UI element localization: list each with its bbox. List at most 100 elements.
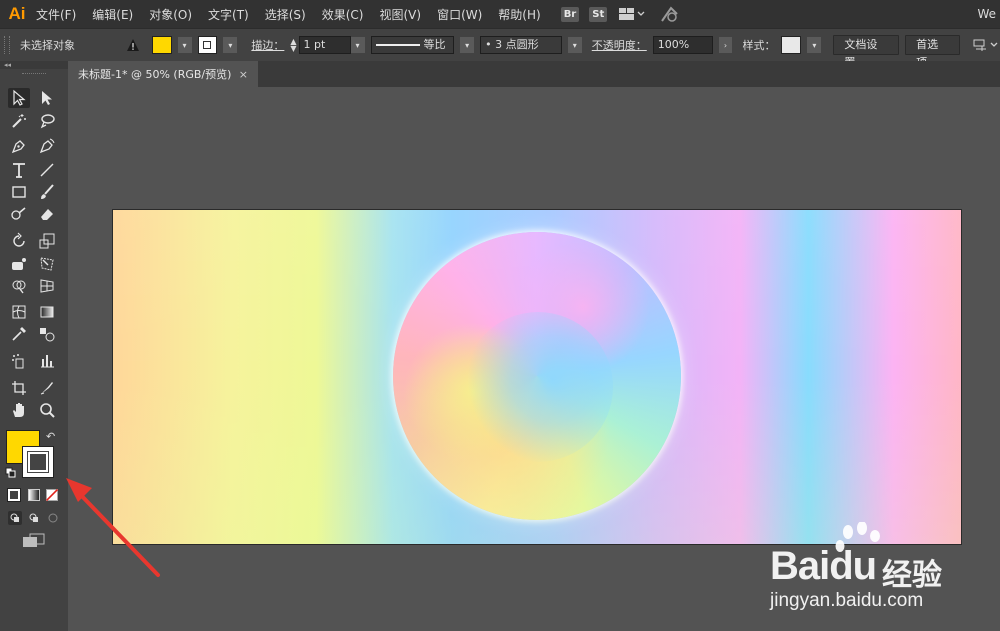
blend-tool-icon[interactable] [36,324,58,344]
mesh-tool-icon[interactable] [8,302,30,322]
document-setup-button[interactable]: 文档设置 [833,35,900,69]
brush-dot-icon: • [485,38,496,51]
opacity-input[interactable]: 100% [652,36,713,54]
line-segment-tool-icon[interactable] [36,160,58,180]
gpu-performance-icon[interactable] [659,5,681,23]
draw-behind-icon[interactable] [27,511,41,528]
color-mode-button[interactable] [7,488,21,502]
swap-fill-stroke-icon[interactable]: ↶ [46,430,55,443]
preferences-button[interactable]: 首选项 [905,35,960,69]
eraser-tool-icon[interactable] [36,204,58,224]
document-tab-title: 未标题-1* @ 50% (RGB/预览) [78,68,232,81]
shape-builder-tool-icon[interactable] [8,276,30,296]
brush-definition[interactable]: • 3 点圆形 [480,36,562,54]
width-tool-icon[interactable] [8,254,30,274]
app-logo: Ai [8,4,26,23]
stroke-swatch[interactable] [197,36,218,54]
menu-view[interactable]: 视图(V) [371,6,429,23]
style-label: 样式： [742,39,776,52]
artboard-tool-icon[interactable] [8,378,30,398]
menu-help[interactable]: 帮助(H) [490,6,548,23]
rectangle-tool-icon[interactable] [8,182,30,202]
fill-swatch[interactable] [151,36,172,54]
direct-selection-tool-icon[interactable] [36,88,58,108]
screen-mode-icon[interactable] [22,533,46,552]
rotate-tool-icon[interactable] [8,231,30,251]
tools-panel-grip[interactable] [22,73,46,76]
selection-status: 未选择对象 [19,39,75,52]
arrange-documents-icon[interactable] [619,7,645,21]
stroke-weight-input[interactable]: 1 pt [298,36,351,54]
selection-tool-icon[interactable] [8,88,30,108]
profile-dropdown-chevron-icon[interactable]: ▾ [460,37,475,53]
scale-tool-icon[interactable] [36,231,58,251]
shaper-tool-icon[interactable] [8,204,30,224]
free-transform-tool-icon[interactable] [36,254,58,274]
none-mode-button[interactable] [45,488,59,504]
menu-window[interactable]: 窗口(W) [429,6,490,23]
paintbrush-tool-icon[interactable] [36,182,58,202]
baidu-jingyan-watermark: Baidu 经验 jingyan.baidu.com [764,520,1000,631]
hand-tool-icon[interactable] [8,400,30,420]
workspace-switcher[interactable]: We [977,7,996,21]
brush-label: 3 点圆形 [495,38,539,51]
menu-select[interactable]: 选择(S) [257,6,314,23]
opacity-chevron-right-icon[interactable]: › [718,37,733,53]
pen-tool-icon[interactable] [8,136,30,156]
slice-tool-icon[interactable] [36,378,58,398]
fill-dropdown-chevron-icon[interactable]: ▾ [177,37,192,53]
menu-bar: Ai 文件(F) 编辑(E) 对象(O) 文字(T) 选择(S) 效果(C) 视… [0,0,1000,28]
stroke-profile-label: 等比 [423,38,446,51]
stroke-label[interactable]: 描边： [251,37,284,53]
stroke-weight-dropdown-chevron-icon[interactable]: ▾ [350,37,365,53]
stroke-stepper-icon[interactable]: ▲ ▼ [290,38,296,53]
yin-yang-gradient-circle[interactable] [393,232,681,520]
opacity-label[interactable]: 不透明度： [592,37,647,53]
brush-dropdown-chevron-icon[interactable]: ▾ [567,37,582,53]
artboard[interactable] [112,209,962,545]
menu-effect[interactable]: 效果(C) [314,6,372,23]
stroke-dropdown-chevron-icon[interactable]: ▾ [223,37,238,53]
menu-file[interactable]: 文件(F) [34,6,84,23]
gradient-tool-icon[interactable] [36,302,58,322]
stock-button[interactable]: St [589,6,608,22]
stroke-square-icon [203,41,212,49]
gradient-mode-button[interactable] [28,489,40,501]
watermark-brand: Baidu [770,544,877,588]
draw-inside-icon[interactable] [46,511,60,528]
menu-edit[interactable]: 编辑(E) [84,6,141,23]
document-tab[interactable]: 未标题-1* @ 50% (RGB/预览) × [68,61,258,87]
default-fill-stroke-icon[interactable] [5,467,17,482]
control-bar-grip[interactable] [4,36,10,54]
arrange-icon[interactable] [972,38,1000,52]
perspective-grid-tool-icon[interactable] [36,276,58,296]
close-tab-icon[interactable]: × [239,68,248,81]
bridge-button[interactable]: Br [560,6,580,22]
control-bar: 未选择对象 ▾ ▾ 描边： ▲ ▼ 1 pt ▾ 等比 ▾ • 3 点圆形 ▾ 不… [0,28,1000,69]
stroke-inner-square-icon [27,451,49,473]
tools-panel-collapse-icon[interactable]: ◂◂ [0,61,68,69]
magic-wand-tool-icon[interactable] [8,111,30,131]
type-tool-icon[interactable] [8,160,30,180]
graphic-style-swatch[interactable] [781,36,802,54]
lasso-tool-icon[interactable] [36,111,58,131]
document-tab-row: 未标题-1* @ 50% (RGB/预览) × [68,61,1000,87]
eyedropper-tool-icon[interactable] [8,324,30,344]
tools-panel: ◂◂ ↶ [0,61,69,631]
zoom-tool-icon[interactable] [36,400,58,420]
curvature-tool-icon[interactable] [36,136,58,156]
circle-blue-swirl [463,312,613,462]
menu-object[interactable]: 对象(O) [141,6,200,23]
no-selection-warning-icon [126,38,140,52]
watermark-cn-text: 经验 [882,558,942,593]
menu-type[interactable]: 文字(T) [200,6,257,23]
circle-pink-blend [513,242,653,372]
circle-yellow-blend [403,322,543,462]
style-dropdown-chevron-icon[interactable]: ▾ [807,37,822,53]
stroke-color-box[interactable] [22,446,54,478]
variable-width-profile[interactable]: 等比 [370,36,455,54]
draw-normal-icon[interactable] [8,511,22,528]
symbol-sprayer-tool-icon[interactable] [8,351,30,371]
column-graph-tool-icon[interactable] [36,351,58,371]
stroke-line-preview [375,44,420,46]
